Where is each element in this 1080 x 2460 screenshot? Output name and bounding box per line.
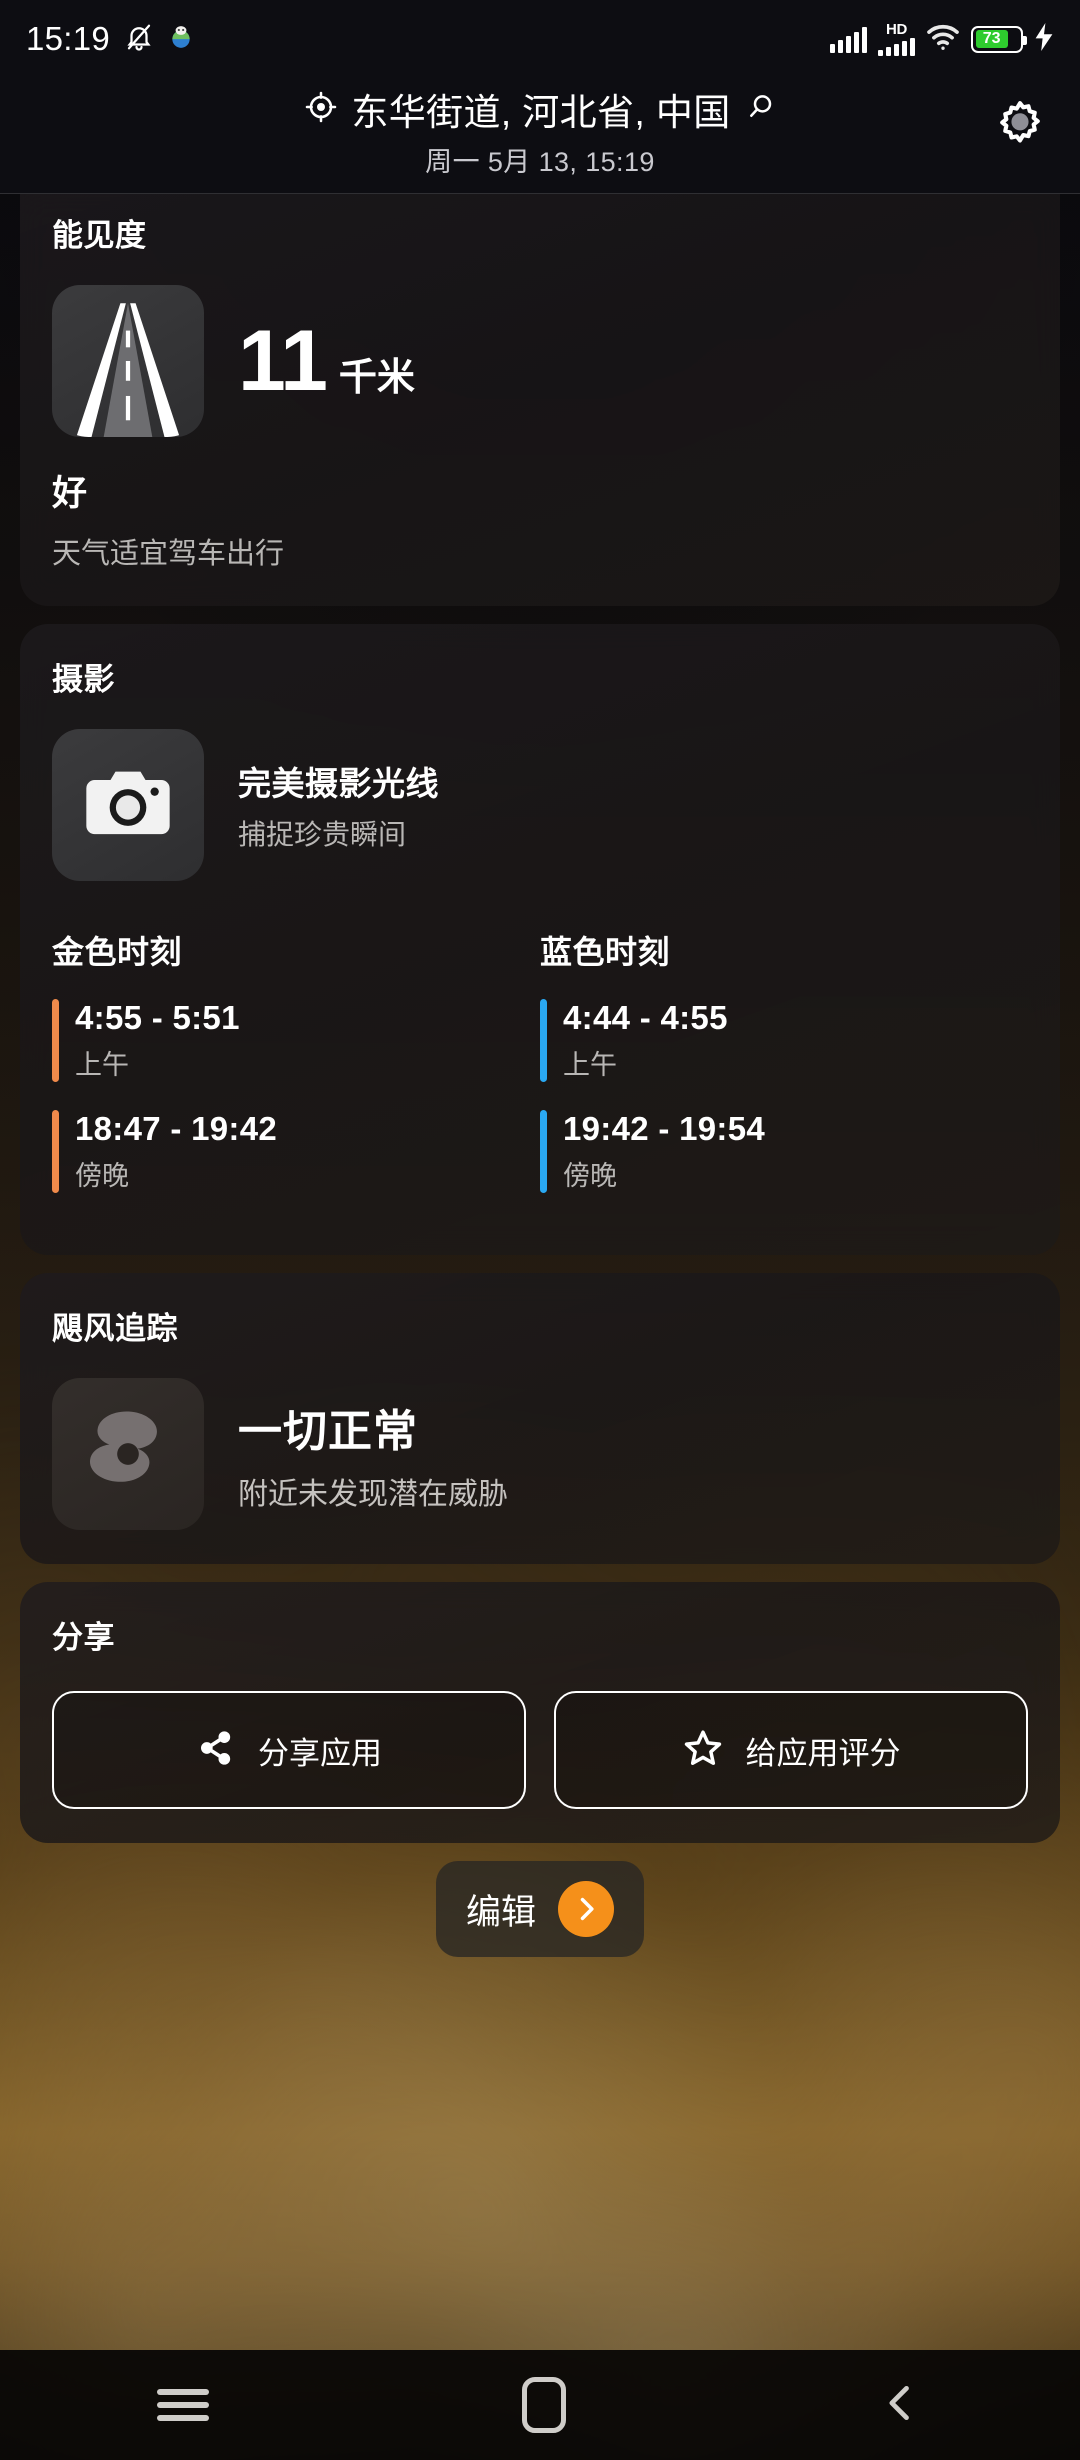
golden-hour-label: 金色时刻 xyxy=(52,934,183,970)
scroll-content[interactable]: 能见度 11 千米 好 天气适宜驾车出行 摄影 完美摄影光线 捕捉珍贵瞬间 金色… xyxy=(0,194,1080,1957)
accent-bar xyxy=(540,1110,547,1193)
visibility-title: 能见度 xyxy=(52,218,147,253)
app-header: 东华街道, 河北省, 中国 周一 5月 13, 15:19 xyxy=(0,78,1080,194)
accent-bar xyxy=(52,999,59,1082)
home-icon[interactable] xyxy=(521,2377,566,2433)
gear-icon[interactable] xyxy=(994,98,1046,155)
star-icon xyxy=(682,1727,724,1774)
app-badge-icon xyxy=(168,24,194,55)
golden-hour-time: 18:47 - 19:42 xyxy=(75,1110,278,1147)
blue-hour-time: 4:44 - 4:55 xyxy=(563,999,728,1036)
blue-hour-item: 19:42 - 19:54 傍晚 xyxy=(540,1110,1028,1193)
blue-hour-period: 傍晚 xyxy=(563,1161,617,1191)
visibility-unit: 千米 xyxy=(338,357,415,399)
golden-hour-period: 傍晚 xyxy=(75,1161,129,1191)
share-card[interactable]: 分享 分享应用 给应用评分 xyxy=(20,1582,1060,1843)
visibility-description: 天气适宜驾车出行 xyxy=(52,538,285,570)
chevron-right-icon xyxy=(558,1881,614,1937)
share-title: 分享 xyxy=(52,1620,115,1655)
blue-hour-column: 蓝色时刻 4:44 - 4:55 上午 19:42 - 19:54 傍晚 xyxy=(540,927,1028,1221)
edit-button[interactable]: 编辑 xyxy=(435,1861,644,1957)
photography-title: 摄影 xyxy=(52,662,115,697)
blue-hour-item: 4:44 - 4:55 上午 xyxy=(540,999,1028,1082)
battery-icon: 73 xyxy=(971,25,1027,53)
hurricane-title: 飓风追踪 xyxy=(52,1311,178,1346)
accent-bar xyxy=(52,1110,59,1193)
share-icon xyxy=(196,1728,236,1773)
visibility-card[interactable]: 能见度 11 千米 好 天气适宜驾车出行 xyxy=(20,194,1060,606)
navigation-bar[interactable] xyxy=(0,2350,1080,2460)
hurricane-headline: 一切正常 xyxy=(238,1407,418,1456)
photography-subtitle: 捕捉珍贵瞬间 xyxy=(238,819,407,850)
golden-hour-period: 上午 xyxy=(75,1050,129,1080)
edit-label: 编辑 xyxy=(465,1892,536,1932)
hurricane-card[interactable]: 飓风追踪 一切正常 附近未发现潜在威胁 xyxy=(20,1273,1060,1564)
share-app-label: 分享应用 xyxy=(258,1735,382,1771)
rate-app-button[interactable]: 给应用评分 xyxy=(554,1691,1028,1809)
blue-hour-period: 上午 xyxy=(563,1050,617,1080)
accent-bar xyxy=(540,999,547,1082)
bell-muted-icon xyxy=(124,22,154,57)
blue-hour-time: 19:42 - 19:54 xyxy=(563,1110,766,1147)
signal-icon xyxy=(830,26,867,53)
visibility-status: 好 xyxy=(52,474,88,513)
gps-crosshair-icon[interactable] xyxy=(305,91,337,128)
search-icon[interactable] xyxy=(745,92,775,127)
rate-app-label: 给应用评分 xyxy=(745,1735,901,1771)
hd-signal-icon: HD xyxy=(878,22,915,56)
status-bar: 15:19 HD 73 xyxy=(0,0,1080,78)
golden-hour-item: 18:47 - 19:42 傍晚 xyxy=(52,1110,540,1193)
camera-icon xyxy=(52,729,204,881)
header-date: 周一 5月 13, 15:19 xyxy=(425,147,655,177)
wifi-icon xyxy=(926,23,960,56)
recent-apps-icon[interactable] xyxy=(156,2382,209,2428)
blue-hour-label: 蓝色时刻 xyxy=(540,934,671,970)
hurricane-icon xyxy=(52,1378,204,1530)
hurricane-subtitle: 附近未发现潜在威胁 xyxy=(238,1478,508,1511)
page-title[interactable]: 东华街道, 河北省, 中国 xyxy=(351,82,730,136)
charging-bolt-icon xyxy=(1034,22,1054,56)
back-icon[interactable] xyxy=(879,2381,923,2430)
photography-headline: 完美摄影光线 xyxy=(238,765,439,802)
road-icon xyxy=(52,285,204,437)
golden-hour-column: 金色时刻 4:55 - 5:51 上午 18:47 - 19:42 傍晚 xyxy=(52,927,540,1221)
photography-card[interactable]: 摄影 完美摄影光线 捕捉珍贵瞬间 金色时刻 4:55 - 5:51 上午 18:… xyxy=(20,624,1060,1255)
golden-hour-time: 4:55 - 5:51 xyxy=(75,999,240,1036)
share-app-button[interactable]: 分享应用 xyxy=(52,1691,526,1809)
visibility-value: 11 xyxy=(238,313,328,409)
golden-hour-item: 4:55 - 5:51 上午 xyxy=(52,999,540,1082)
status-bar-clock: 15:19 xyxy=(26,20,111,57)
